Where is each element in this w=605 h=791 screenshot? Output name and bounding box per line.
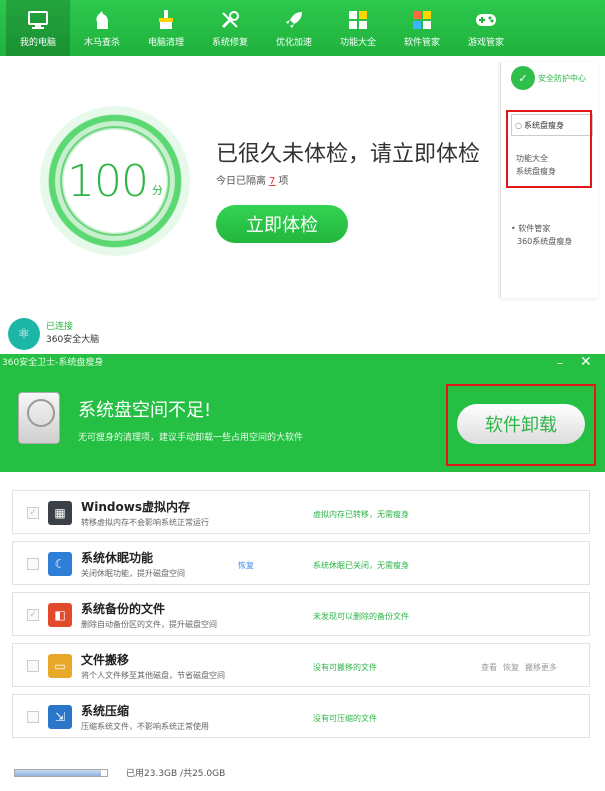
nav-label: 优化加速 bbox=[275, 37, 312, 48]
nav-item-cleanup[interactable]: 电脑清理 bbox=[134, 0, 198, 56]
nav-label: 我的电脑 bbox=[19, 37, 56, 48]
row-actions[interactable]: 查看 恢复 搬移更多 bbox=[481, 662, 563, 673]
row-checkbox[interactable] bbox=[27, 660, 39, 672]
nav-item-functions[interactable]: 功能大全 bbox=[326, 0, 390, 56]
nav-label: 游戏管家 bbox=[467, 37, 504, 48]
row-checkbox[interactable] bbox=[27, 558, 39, 570]
usage-fill bbox=[15, 769, 101, 776]
security-center-label: 安全防护中心 bbox=[538, 73, 586, 83]
score-ring: 100 分 bbox=[40, 106, 190, 256]
isolated-summary: 今日已隔离 7 项 bbox=[216, 172, 288, 187]
security-brain[interactable]: ⚛ 已连接 360安全大脑 bbox=[8, 318, 99, 350]
highlight-box bbox=[506, 110, 592, 188]
nav-item-my-computer[interactable]: 我的电脑 bbox=[6, 0, 70, 56]
minimize-button[interactable]: – bbox=[557, 356, 563, 370]
row-desc: 压缩系统文件，不影响系统正常使用 bbox=[81, 722, 209, 731]
row-title: 系统压缩 bbox=[81, 704, 130, 718]
dialog-subtext: 无可瘦身的清理项，建议手动卸载一些占用空间的大软件 bbox=[78, 433, 304, 443]
monitor-icon bbox=[27, 9, 49, 31]
search-results-software: • 软件管家 360系统盘瘦身 bbox=[511, 222, 572, 248]
memory-icon: ▦ bbox=[48, 501, 72, 525]
row-title: 系统备份的文件 bbox=[81, 602, 166, 616]
dialog-title: 360安全卫士-系统盘瘦身 bbox=[2, 358, 104, 368]
security-center[interactable]: ✓ 安全防护中心 bbox=[511, 66, 586, 90]
row-checkbox[interactable]: ✓ bbox=[27, 609, 39, 621]
isolated-count[interactable]: 7 bbox=[269, 176, 275, 187]
list-item: ☾ 系统休眠功能 关闭休眠功能，提升磁盘空间 恢复 系统休眠已关闭，无需瘦身 bbox=[12, 541, 590, 585]
slim-item-list: ✓ ▦ Windows虚拟内存 转移虚拟内存不会影响系统正常运行 虚拟内存已转移… bbox=[12, 490, 590, 745]
row-desc: 删除自动备份区的文件，提升磁盘空间 bbox=[81, 620, 217, 629]
row-status: 虚拟内存已转移，无需瘦身 bbox=[313, 510, 409, 519]
hard-disk-icon bbox=[18, 392, 60, 444]
nav-label: 软件管家 bbox=[403, 37, 440, 48]
row-title: 文件搬移 bbox=[81, 653, 130, 667]
row-checkbox[interactable]: ✓ bbox=[27, 507, 39, 519]
top-nav: 我的电脑 木马查杀 电脑清理 系统修复 优化加速 功能大全 软件管家 游戏管家 bbox=[0, 0, 605, 56]
result-group-label: • 软件管家 bbox=[511, 224, 551, 233]
row-desc: 关闭休眠功能，提升磁盘空间 bbox=[81, 569, 185, 578]
row-status: 没有可搬移的文件 bbox=[313, 663, 377, 672]
broom-icon bbox=[155, 9, 177, 31]
atom-icon: ⚛ bbox=[8, 318, 40, 350]
nav-label: 系统修复 bbox=[211, 37, 248, 48]
nav-item-repair[interactable]: 系统修复 bbox=[198, 0, 262, 56]
usage-text: 已用23.3GB /共25.0GB bbox=[126, 769, 226, 779]
shield-icon: ✓ bbox=[511, 66, 535, 90]
rocket-icon bbox=[283, 9, 305, 31]
apps-icon bbox=[411, 9, 433, 31]
score-circle: 100 分 bbox=[60, 126, 170, 236]
nav-item-software[interactable]: 软件管家 bbox=[390, 0, 454, 56]
row-title: 系统休眠功能 bbox=[81, 551, 154, 565]
row-action-link[interactable]: 搬移更多 bbox=[525, 663, 557, 672]
isolated-suffix: 项 bbox=[278, 176, 289, 187]
nav-label: 功能大全 bbox=[339, 37, 376, 48]
compress-icon: ⇲ bbox=[48, 705, 72, 729]
row-title: Windows虚拟内存 bbox=[81, 500, 190, 514]
usage-bar bbox=[14, 768, 108, 777]
list-item: ▭ 文件搬移 将个人文件移至其他磁盘，节省磁盘空间 没有可搬移的文件 查看 恢复搬… bbox=[12, 643, 590, 687]
gamepad-icon bbox=[475, 9, 497, 31]
row-desc: 将个人文件移至其他磁盘，节省磁盘空间 bbox=[81, 671, 225, 680]
wrench-icon bbox=[219, 9, 241, 31]
row-action-link[interactable]: 查看 bbox=[481, 663, 497, 672]
nav-item-games[interactable]: 游戏管家 bbox=[454, 0, 518, 56]
row-status: 未发现可以删除的备份文件 bbox=[313, 612, 409, 621]
row-status: 没有可压缩的文件 bbox=[313, 714, 377, 723]
close-button[interactable]: ✕ bbox=[580, 354, 592, 370]
horse-icon bbox=[91, 9, 113, 31]
nav-label: 电脑清理 bbox=[147, 37, 184, 48]
nav-item-trojan[interactable]: 木马查杀 bbox=[70, 0, 134, 56]
backup-icon: ◧ bbox=[48, 603, 72, 627]
sleep-icon: ☾ bbox=[48, 552, 72, 576]
row-desc: 转移虚拟内存不会影响系统正常运行 bbox=[81, 518, 209, 527]
folder-icon: ▭ bbox=[48, 654, 72, 678]
dialog-heading: 系统盘空间不足! bbox=[78, 400, 212, 421]
row-checkbox[interactable] bbox=[27, 711, 39, 723]
row-action-link[interactable]: 恢复 bbox=[503, 663, 519, 672]
list-item: ✓ ▦ Windows虚拟内存 转移虚拟内存不会影响系统正常运行 虚拟内存已转移… bbox=[12, 490, 590, 534]
row-status: 系统休眠已关闭，无需瘦身 bbox=[313, 561, 409, 570]
grid-icon bbox=[347, 9, 369, 31]
result-item[interactable]: 360系统盘瘦身 bbox=[511, 235, 572, 248]
score-unit: 分 bbox=[151, 184, 163, 197]
nav-item-speedup[interactable]: 优化加速 bbox=[262, 0, 326, 56]
highlight-box bbox=[446, 384, 596, 466]
list-item: ✓ ◧ 系统备份的文件 删除自动备份区的文件，提升磁盘空间 未发现可以删除的备份… bbox=[12, 592, 590, 636]
list-item: ⇲ 系统压缩 压缩系统文件，不影响系统正常使用 没有可压缩的文件 bbox=[12, 694, 590, 738]
checkup-headline: 已很久未体检，请立即体检 bbox=[216, 142, 481, 167]
disk-usage: 已用23.3GB /共25.0GB bbox=[14, 766, 225, 779]
nav-label: 木马查杀 bbox=[83, 37, 120, 48]
brain-status: 已连接 bbox=[46, 322, 74, 332]
isolated-prefix: 今日已隔离 bbox=[216, 176, 266, 187]
score-value: 100 bbox=[67, 155, 149, 207]
brain-name: 360安全大脑 bbox=[46, 335, 100, 345]
restore-link[interactable]: 恢复 bbox=[238, 560, 254, 571]
checkup-button[interactable]: 立即体检 bbox=[216, 205, 348, 243]
